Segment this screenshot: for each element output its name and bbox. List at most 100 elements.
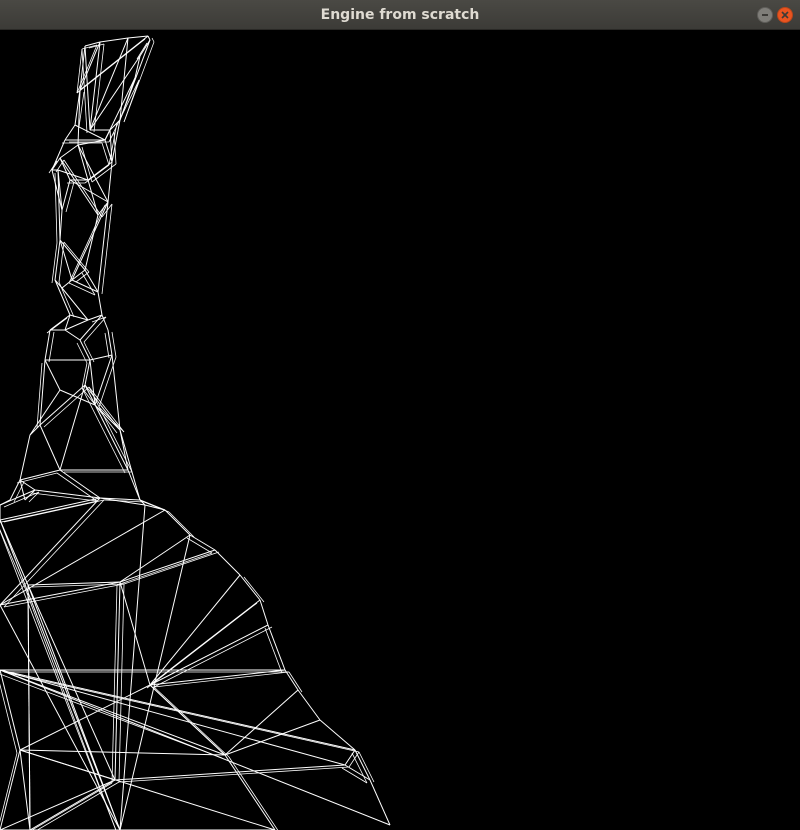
mesh-edge xyxy=(111,331,117,358)
mesh-edge xyxy=(61,287,89,321)
mesh-edge xyxy=(0,673,223,759)
mesh-edge xyxy=(101,142,110,166)
mesh-edge xyxy=(259,599,269,626)
wireframe-mesh xyxy=(0,35,391,830)
mesh-edge xyxy=(88,386,125,433)
render-viewport[interactable] xyxy=(0,30,800,830)
mesh-edge xyxy=(0,669,21,751)
mesh-edge xyxy=(101,203,113,295)
mesh-edge xyxy=(88,386,133,473)
mesh-edge xyxy=(19,434,31,481)
mesh-edge xyxy=(44,329,51,361)
mesh-edge xyxy=(214,549,241,576)
close-icon xyxy=(781,11,789,19)
close-button[interactable] xyxy=(777,7,793,23)
app-window: Engine from scratch xyxy=(0,0,800,830)
mesh-edge xyxy=(84,359,91,386)
mesh-edge xyxy=(0,497,101,521)
mesh-edge xyxy=(48,331,55,363)
mesh-edge xyxy=(81,44,98,50)
mesh-edge xyxy=(91,163,117,183)
mesh-edge xyxy=(119,39,151,121)
mesh-edge xyxy=(288,671,303,693)
mesh-edge xyxy=(147,35,151,41)
mesh-edge xyxy=(19,749,226,756)
mesh-edge xyxy=(46,317,68,334)
mesh-edge xyxy=(344,749,356,766)
mesh-edge xyxy=(81,387,126,474)
mesh-edge xyxy=(64,319,89,331)
mesh-edge xyxy=(54,279,71,316)
mesh-edge xyxy=(57,169,89,181)
mesh-edge xyxy=(29,779,116,830)
mesh-edge xyxy=(153,671,290,688)
mesh-edge xyxy=(114,764,346,781)
mesh-edge xyxy=(59,144,79,159)
mesh-edge xyxy=(224,754,276,830)
mesh-edge xyxy=(69,314,89,321)
mesh-edge xyxy=(65,181,75,213)
mesh-edge xyxy=(0,509,166,606)
mesh-edge xyxy=(94,404,121,431)
mesh-edge xyxy=(0,779,116,830)
mesh-edge xyxy=(39,359,46,426)
mesh-edge xyxy=(54,239,61,281)
mesh-edge xyxy=(81,387,118,434)
mesh-edge xyxy=(97,291,103,316)
mesh-edge xyxy=(93,43,105,133)
mesh-edge xyxy=(0,489,36,506)
mesh-edge xyxy=(151,37,155,43)
mesh-edge xyxy=(0,519,29,586)
mesh-edge xyxy=(0,683,18,754)
mesh-edge xyxy=(164,509,191,536)
mesh-edge xyxy=(99,37,129,43)
mesh-edge xyxy=(168,511,195,538)
mesh-edge xyxy=(104,332,110,359)
mesh-edge xyxy=(76,38,146,94)
mesh-edge xyxy=(123,41,155,123)
mesh-edge xyxy=(297,689,321,721)
mesh-edge xyxy=(79,339,91,361)
mesh-edge xyxy=(58,241,65,283)
mesh-edge xyxy=(116,552,213,586)
mesh-edge xyxy=(54,172,58,244)
mesh-edge xyxy=(264,627,283,674)
mesh-edge xyxy=(48,160,58,174)
mesh-edge xyxy=(127,35,149,39)
mesh-edge xyxy=(51,242,58,284)
mesh-edge xyxy=(39,424,61,471)
mesh-edge xyxy=(44,359,61,391)
mesh-edge xyxy=(64,124,76,141)
mesh-edge xyxy=(0,604,121,830)
mesh-edge xyxy=(61,179,71,211)
mesh-edge xyxy=(239,574,261,601)
mesh-edge xyxy=(59,157,99,216)
mesh-edge xyxy=(104,77,136,141)
mesh-edge xyxy=(0,528,26,589)
title-bar[interactable]: Engine from scratch xyxy=(0,0,800,30)
mesh-edge xyxy=(107,329,113,356)
mesh-edge xyxy=(319,719,356,751)
mesh-edge xyxy=(119,534,191,583)
mesh-edge xyxy=(16,472,58,484)
mesh-edge xyxy=(87,179,99,216)
mesh-edge xyxy=(111,584,118,784)
minimize-button[interactable] xyxy=(757,7,773,23)
mesh-edge xyxy=(68,204,106,284)
mesh-edge xyxy=(123,551,220,585)
mesh-edge xyxy=(243,576,265,603)
mesh-edge xyxy=(98,356,117,408)
mesh-edge xyxy=(27,584,31,830)
mesh-edge xyxy=(3,491,40,508)
mesh-edge xyxy=(29,389,61,436)
mesh-edge xyxy=(84,214,99,271)
mesh-edge xyxy=(224,689,299,756)
mesh-edge xyxy=(108,79,140,143)
mesh-edge xyxy=(127,469,141,501)
mesh-edge xyxy=(19,469,61,481)
mesh-edge xyxy=(59,384,86,471)
mesh-edge xyxy=(284,669,299,691)
mesh-edge xyxy=(84,384,129,471)
mesh-edge xyxy=(114,581,121,781)
mesh-edge xyxy=(81,362,88,389)
